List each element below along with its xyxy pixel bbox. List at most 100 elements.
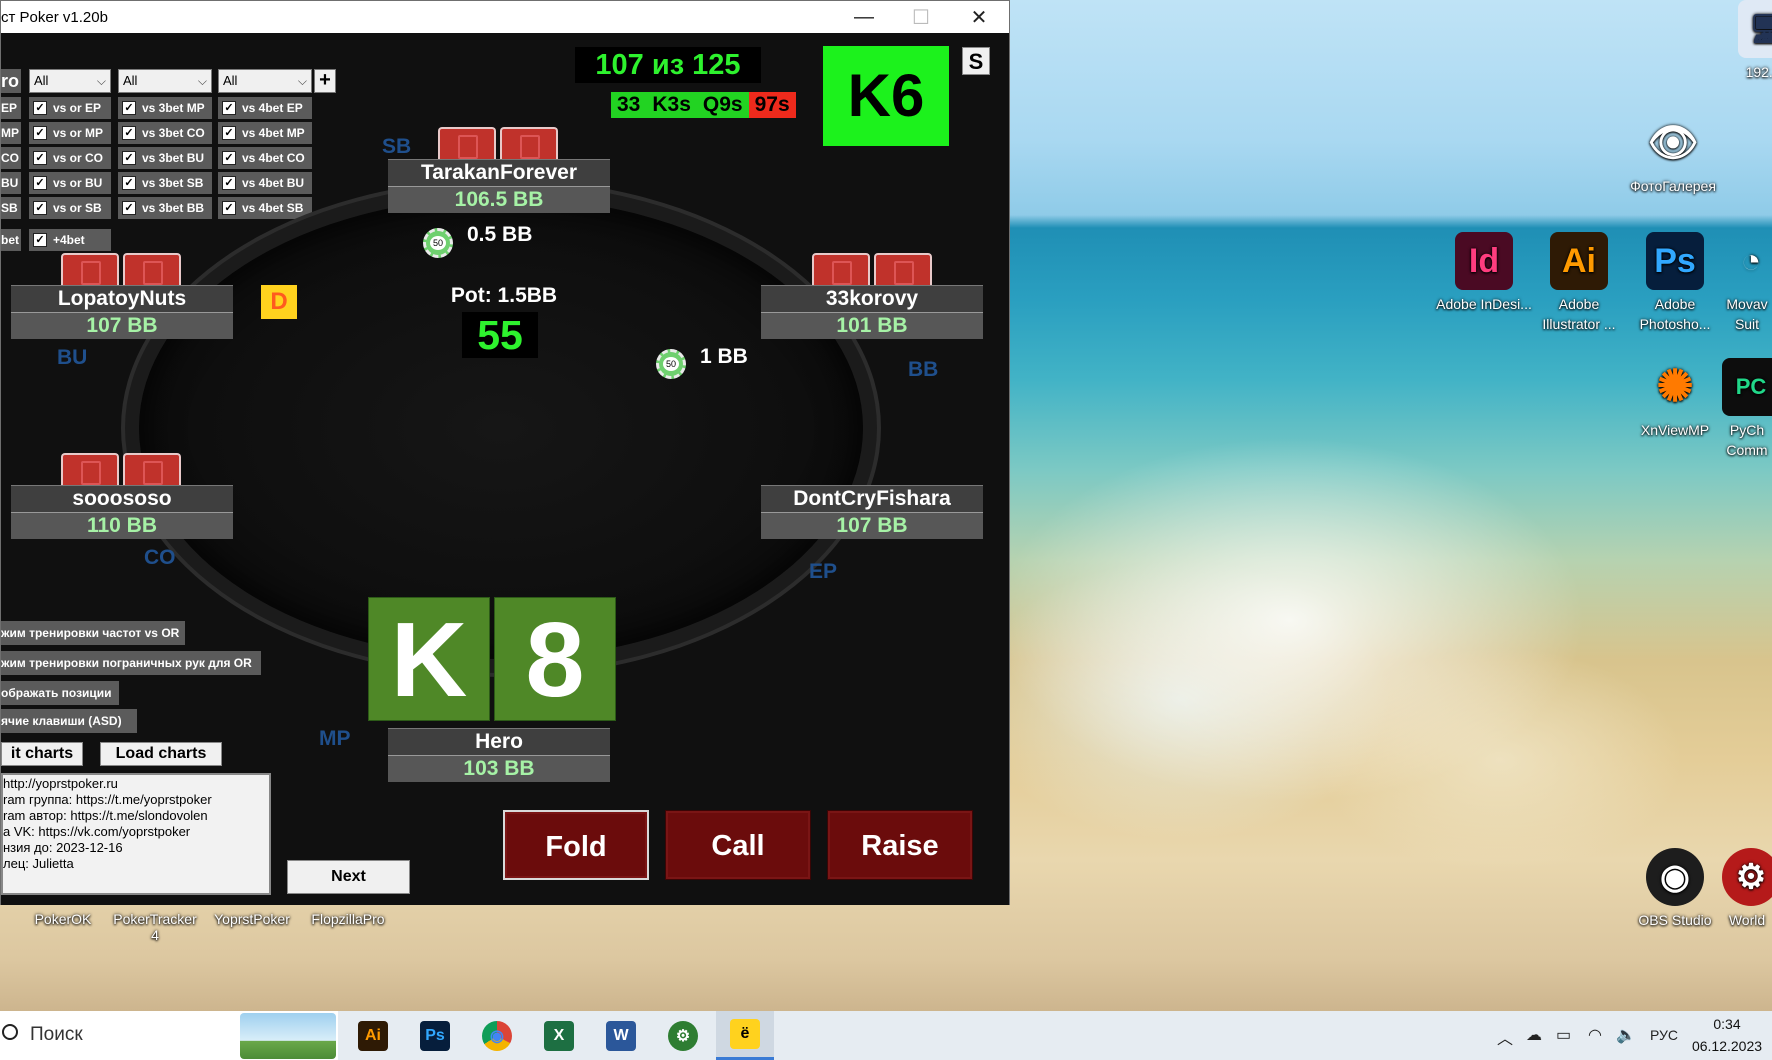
desktop-icon-label: 192.16 [1745, 64, 1772, 80]
position-label-ep: EP [809, 560, 838, 583]
checkbox-plus-4bet[interactable]: ✓ +4bet [29, 229, 111, 251]
battery-icon[interactable]: ▭ [1556, 1025, 1571, 1045]
range-dropdown-3[interactable]: All ⌵ [218, 69, 312, 93]
desktop-icon-obs[interactable]: ◉ OBS Studio [1626, 848, 1724, 930]
checkbox-vs-4bet-ep[interactable]: ✓ vs 4bet EP [218, 97, 312, 119]
taskbar-chrome[interactable]: ◉ [468, 1011, 526, 1060]
side-label-ep: EP [1, 97, 21, 119]
check-icon: ✓ [33, 201, 47, 215]
check-icon: ✓ [33, 151, 47, 165]
check-icon: ✓ [122, 126, 136, 140]
checkbox-vs-4bet-mp[interactable]: ✓ vs 4bet MP [218, 122, 312, 144]
position-label-bb: BB [908, 358, 939, 381]
taskbar-illustrator[interactable]: Ai [344, 1011, 402, 1060]
desktop-icon-pycharm[interactable]: PC PyCh Comm [1722, 358, 1772, 460]
option-show-positions[interactable]: ображать позиции [1, 681, 119, 705]
checkbox-vs-or-ep[interactable]: ✓ vs or EP [29, 97, 111, 119]
check-icon: ✓ [122, 101, 136, 115]
option-borderline-training[interactable]: жим тренировки пограничных рук для OR [1, 651, 261, 675]
seat-co: sooososo 110 BB [11, 485, 233, 539]
edit-charts-button[interactable]: it charts [1, 742, 83, 766]
player-name: LopatoyNuts [11, 285, 233, 312]
word-icon: W [606, 1020, 636, 1051]
position-label-bu: BU [57, 346, 88, 369]
check-icon: ✓ [33, 101, 47, 115]
clock[interactable]: 0:34 06.12.2023 [1684, 1013, 1770, 1057]
checkbox-vs-3bet-bb[interactable]: ✓ vs 3bet BB [118, 197, 212, 219]
checkbox-vs-3bet-bu[interactable]: ✓ vs 3bet BU [118, 147, 212, 169]
desktop-icon-illustrator[interactable]: Ai Adobe Illustrator ... [1530, 232, 1628, 334]
taskbar-yoprst-active[interactable]: ё [716, 1011, 774, 1060]
check-icon: ✓ [122, 176, 136, 190]
checkbox-vs-4bet-sb[interactable]: ✓ vs 4bet SB [218, 197, 312, 219]
shortcut-yoprstpoker[interactable]: YoprstPoker [204, 911, 300, 927]
checkbox-vs-4bet-bu[interactable]: ✓ vs 4bet BU [218, 172, 312, 194]
add-button[interactable]: + [314, 69, 336, 93]
pycharm-icon: PC [1722, 358, 1772, 416]
range-dropdown-2[interactable]: All ⌵ [118, 69, 212, 93]
seat-bu: LopatoyNuts 107 BB [11, 285, 233, 339]
taskbar-word[interactable]: W [592, 1011, 650, 1060]
illustrator-icon: Ai [358, 1020, 388, 1051]
wifi-icon[interactable]: ◠ [1588, 1025, 1602, 1045]
shortcut-pokertracker[interactable]: PokerTracker 4 [110, 911, 200, 943]
clock-time: 0:34 [1713, 1016, 1741, 1032]
taskbar-photoshop[interactable]: Ps [406, 1011, 464, 1060]
checkbox-vs-4bet-co[interactable]: ✓ vs 4bet CO [218, 147, 312, 169]
desktop-icon-movavi[interactable]: ◔ Movav Suit [1722, 232, 1772, 334]
desktop-icon-world[interactable]: ⚙ World [1722, 848, 1772, 930]
settings-s-button[interactable]: S [962, 47, 990, 75]
onedrive-icon[interactable]: ☁ [1526, 1025, 1542, 1045]
range-dropdown-1[interactable]: All ⌵ [29, 69, 111, 93]
title-bar[interactable]: ст Poker v1.20b — ☐ ✕ [1, 1, 1009, 33]
recent-hands-strip: 33 K3s Q9s 97s [611, 92, 796, 118]
eye-icon: 👁 [1647, 121, 1699, 165]
shortcut-flopzilla[interactable]: FlopzillaPro [300, 911, 396, 927]
position-label-sb: SB [382, 135, 412, 158]
chip-icon [656, 349, 686, 379]
check-icon: ✓ [222, 201, 236, 215]
player-name: TarakanForever [388, 159, 610, 186]
recent-hand: 33 [611, 92, 647, 118]
next-button[interactable]: Next [287, 860, 410, 894]
info-line: ram группа: https://t.me/yoprstpoker [3, 792, 212, 807]
minimize-button[interactable]: — [836, 1, 892, 33]
option-frequency-training[interactable]: жим тренировки частот vs OR [1, 621, 185, 645]
close-button[interactable]: ✕ [951, 1, 1007, 33]
checkbox-vs-or-bu[interactable]: ✓ vs or BU [29, 172, 111, 194]
checkbox-vs-3bet-mp[interactable]: ✓ vs 3bet MP [118, 97, 212, 119]
desktop-icon-photogallery[interactable]: 👁 ФотоГалерея [1624, 114, 1722, 196]
option-hotkeys[interactable]: ячие клавиши (ASD) [1, 709, 137, 733]
player-name: Hero [388, 728, 610, 755]
info-line: а VK: https://vk.com/yoprstpoker [3, 824, 191, 839]
language-indicator[interactable]: РУС [1650, 1027, 1678, 1043]
info-line: http://yoprstpoker.ru [3, 776, 118, 791]
checkbox-vs-3bet-co[interactable]: ✓ vs 3bet CO [118, 122, 212, 144]
volume-icon[interactable]: 🔈 [1616, 1025, 1636, 1045]
side-label-sb: SB [1, 197, 21, 219]
clock-date: 06.12.2023 [1691, 1038, 1763, 1054]
score-counter: 107 из 125 [575, 47, 761, 83]
checkbox-vs-or-mp[interactable]: ✓ vs or MP [29, 122, 111, 144]
desktop-icon-network[interactable]: 🖥 192.16 [1718, 0, 1772, 82]
player-stack: 107 BB [11, 312, 233, 339]
checkbox-vs-or-co[interactable]: ✓ vs or CO [29, 147, 111, 169]
world-icon: ⚙ [1722, 848, 1772, 906]
fold-button[interactable]: Fold [503, 810, 649, 880]
maximize-button[interactable]: ☐ [893, 1, 949, 33]
taskbar-poker-app[interactable]: ⚙ [654, 1011, 712, 1060]
seat-ep: DontCryFishara 107 BB [761, 485, 983, 539]
checkbox-vs-3bet-sb[interactable]: ✓ vs 3bet SB [118, 172, 212, 194]
desktop-icon-photoshop[interactable]: Ps Adobe Photosho... [1626, 232, 1724, 334]
load-charts-button[interactable]: Load charts [100, 742, 222, 766]
call-button[interactable]: Call [665, 810, 811, 880]
checkbox-vs-or-sb[interactable]: ✓ vs or SB [29, 197, 111, 219]
desktop-icon-xnview[interactable]: ✺ XnViewMP [1626, 358, 1724, 440]
taskbar-excel[interactable]: X [530, 1011, 588, 1060]
taskbar-search[interactable]: Поиск [0, 1011, 338, 1060]
desktop-icon-indesign[interactable]: Id Adobe InDesi... [1435, 232, 1533, 314]
shortcut-pokerok[interactable]: PokerOK [28, 911, 98, 927]
raise-button[interactable]: Raise [827, 810, 973, 880]
chevron-up-icon[interactable]: ︿ [1497, 1025, 1513, 1049]
side-label-co: CO [1, 147, 21, 169]
